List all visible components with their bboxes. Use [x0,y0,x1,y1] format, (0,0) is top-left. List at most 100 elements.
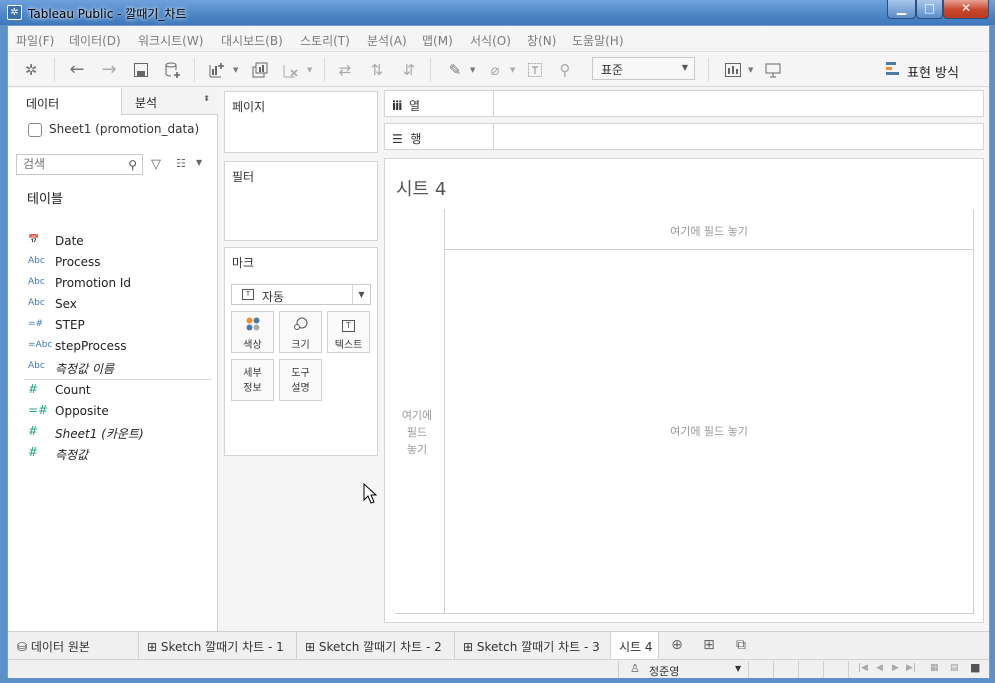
menu-format[interactable]: 서식(O) [470,32,511,49]
status-bar: ♙ 정준영 ▼ |◀ ◀ ▶ ▶| ▦ ▤ ■ [8,659,989,678]
sheet-sorter-icon[interactable]: ▦ [930,663,939,673]
size-button[interactable]: 크기 [279,311,322,353]
field-measures-2[interactable]: # Sheet1 (카운트) [8,423,217,444]
sheet-title[interactable]: 시트 4 [396,175,446,201]
chevron-down-icon[interactable]: ▼ [352,285,370,304]
field-dimensions-1[interactable]: Abc Process [8,253,217,274]
chevron-down-icon[interactable]: ▼ [748,66,753,74]
window-title: Tableau Public - 깔때기_차트 [28,7,187,21]
tab-data-source[interactable]: ⛁ 데이터 원본 [8,632,139,659]
show-labels-icon[interactable] [524,59,546,81]
new-dashboard-tab-icon[interactable]: ⊞ [699,637,719,653]
field-name: 측정값 이름 [55,362,115,376]
next-page-icon[interactable]: ▶ [892,663,899,673]
field-dimensions-4[interactable]: =# STEP [8,316,217,337]
field-measures-0[interactable]: # Count [8,381,217,402]
filters-card[interactable]: 필터 [224,161,378,241]
menu-file[interactable]: 파일(F) [16,32,54,49]
redo-icon[interactable]: → [98,59,120,81]
chevron-down-icon[interactable]: ▼ [233,66,238,74]
text-label: 텍스트 [334,340,363,351]
datasource-name[interactable]: Sheet1 (promotion_data) [49,122,199,136]
save-icon[interactable] [130,59,152,81]
menu-help[interactable]: 도움말(H) [572,32,624,49]
drop-field-columns[interactable]: 여기에 필드 놓기 [445,223,973,239]
mark-type-value: 자동 [262,290,285,304]
highlight-icon[interactable]: ✎ [444,59,466,81]
sort-ascending-icon[interactable]: ⇅ [366,59,388,81]
chevron-down-icon[interactable]: ▼ [470,66,475,74]
new-worksheet-tab-icon[interactable]: ⊕ [667,637,687,653]
field-name: STEP [55,318,85,332]
tooltip-button[interactable]: 도구 설명 [279,359,322,401]
show-me-icon[interactable] [886,61,900,77]
rows-shelf[interactable]: ☰ 행 [384,123,984,150]
tableau-logo-icon[interactable]: ✲ [20,59,42,81]
text-button[interactable]: T 텍스트 [327,311,370,353]
field-dimensions-0[interactable]: 📅 Date [8,232,217,253]
show-me-button[interactable]: 표현 방식 [907,62,959,81]
presentation-mode-icon[interactable] [762,59,784,81]
view-canvas[interactable]: 시트 4 여기에 필드 놓기 여기에 필드 놓기 여기에 필드 놓기 [384,158,984,623]
menu-story[interactable]: 스토리(T) [300,32,350,49]
field-dimensions-3[interactable]: Abc Sex [8,295,217,316]
filter-icon[interactable]: ▽ [151,157,161,172]
user-name[interactable]: 정준영 [649,663,679,679]
pin-icon[interactable]: ⚲ [554,59,576,81]
columns-icon: iii [392,99,402,113]
close-button[interactable]: ✕ [943,0,989,19]
columns-shelf[interactable]: iii 열 [384,90,984,117]
last-page-icon[interactable]: ▶| [906,663,916,673]
field-dimensions-5[interactable]: =Abc stepProcess [8,337,217,358]
maximize-button[interactable]: □ [916,0,943,19]
field-dimensions-6[interactable]: Abc 측정값 이름 [8,358,217,379]
menu-dashboard[interactable]: 대시보드(B) [221,32,283,49]
tab-sheet-4[interactable]: 시트 4 [611,632,659,659]
sort-descending-icon[interactable]: ⇵ [398,59,420,81]
chevron-down-icon[interactable]: ▼ [307,66,312,74]
new-story-tab-icon[interactable]: ⧉ [731,637,751,653]
drop-field-main[interactable]: 여기에 필드 놓기 [445,423,973,439]
menu-map[interactable]: 맵(M) [422,32,453,49]
tab-sheet-2[interactable]: ⊞ Sketch 깔때기 차트 - 2 [297,632,455,659]
field-dimensions-2[interactable]: Abc Promotion Id [8,274,217,295]
pages-card[interactable]: 페이지 [224,91,378,153]
field-measures-1[interactable]: =# Opposite [8,402,217,423]
field-measures-3[interactable]: # 측정값 [8,444,217,465]
search-box[interactable]: ⚲ [16,154,143,175]
duplicate-sheet-icon[interactable] [248,59,270,81]
menu-data[interactable]: 데이터(D) [69,32,121,49]
tab-sheet-3[interactable]: ⊞ Sketch 깔때기 차트 - 3 [455,632,611,659]
minimize-button[interactable]: ▁ [887,0,916,19]
clear-sheet-icon[interactable] [280,59,302,81]
sort-arrows-icon[interactable]: ⬍ [203,94,210,103]
group-icon[interactable]: ⌀ [484,59,506,81]
mark-type-dropdown[interactable]: T 자동 ▼ [231,284,371,305]
fit-dropdown[interactable]: 표준 ▼ [592,57,695,80]
chevron-down-icon[interactable]: ▼ [196,158,202,167]
tab-analysis[interactable]: 분석 ⬍ [121,88,218,115]
show-cards-icon[interactable] [722,59,744,81]
new-datasource-icon[interactable] [162,59,184,81]
chevron-down-icon[interactable]: ▼ [735,664,741,673]
fit-value: 표준 [601,63,624,77]
color-button[interactable]: 색상 [231,311,274,353]
tab-data[interactable]: 데이터 [8,88,121,115]
search-input[interactable] [23,157,121,171]
drop-field-rows[interactable]: 여기에 필드 놓기 [393,407,441,458]
undo-icon[interactable]: ← [66,59,88,81]
prev-page-icon[interactable]: ◀ [876,663,883,673]
field-type-icon: Abc [28,361,45,371]
tabs-view-icon[interactable]: ■ [970,661,980,674]
swap-axes-icon[interactable]: ⇄ [334,59,356,81]
menu-worksheet[interactable]: 워크시트(W) [138,32,203,49]
filmstrip-icon[interactable]: ▤ [950,663,959,673]
list-view-icon[interactable]: ☷ [176,157,186,170]
detail-button[interactable]: 세부 정보 [231,359,274,401]
first-page-icon[interactable]: |◀ [858,663,868,673]
tab-sheet-1[interactable]: ⊞ Sketch 깔때기 차트 - 1 [139,632,297,659]
menu-window[interactable]: 창(N) [527,32,556,49]
chevron-down-icon[interactable]: ▼ [510,66,515,74]
menu-analysis[interactable]: 분석(A) [367,32,407,49]
new-worksheet-icon[interactable] [206,59,228,81]
